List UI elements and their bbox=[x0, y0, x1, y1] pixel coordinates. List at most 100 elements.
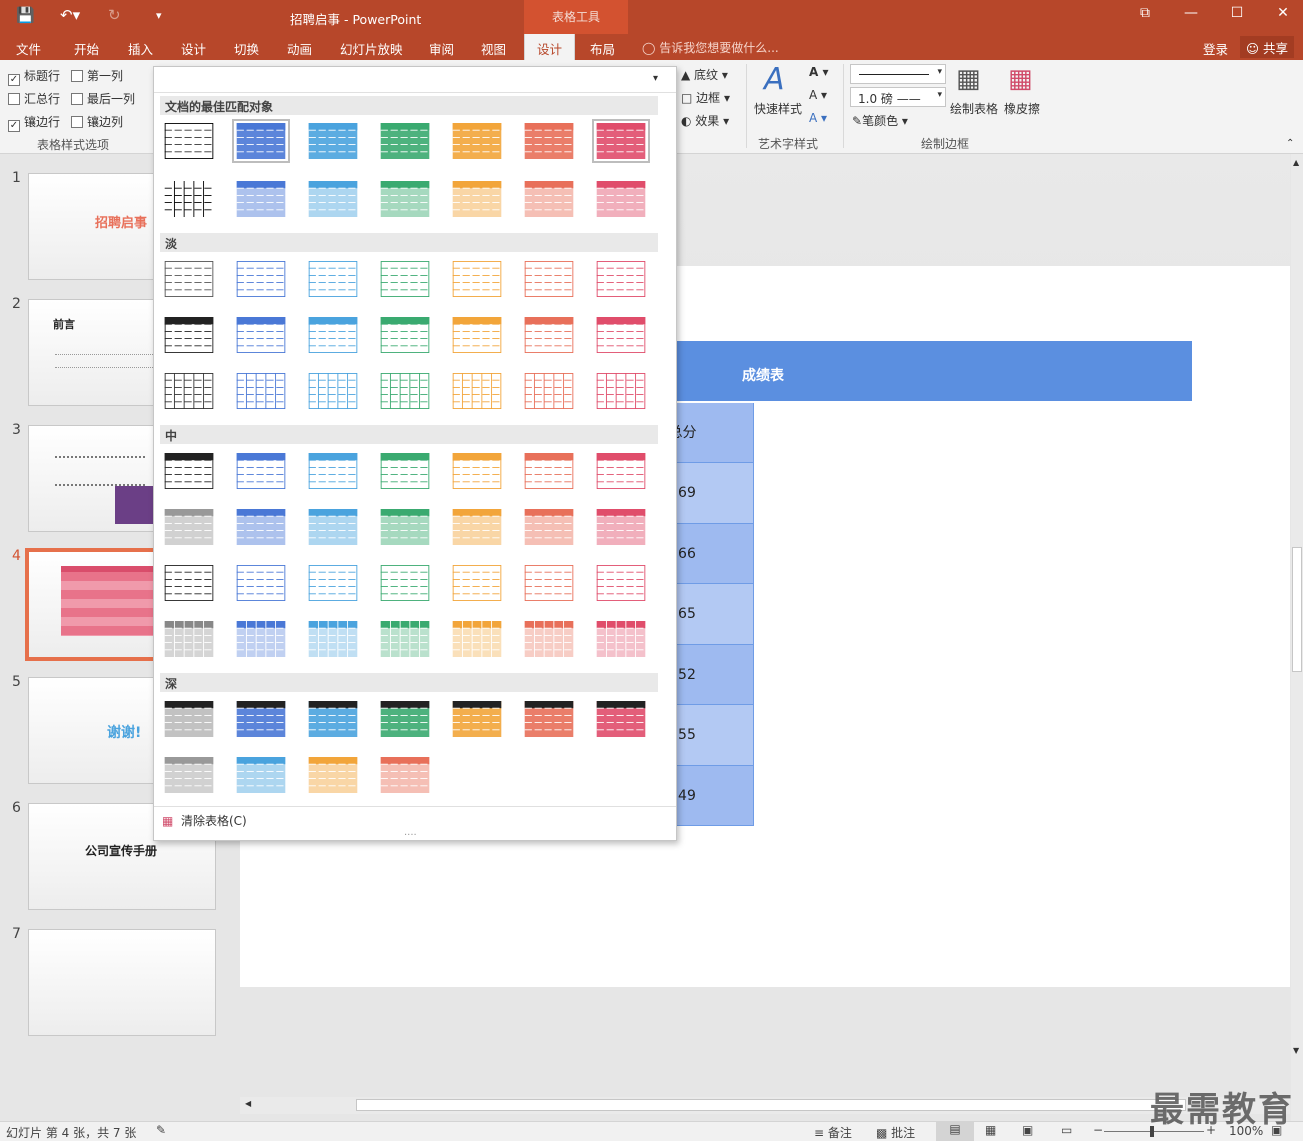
style-swatch-light1-lightblue[interactable] bbox=[304, 257, 362, 301]
style-swatch-medium1-blue[interactable] bbox=[232, 449, 290, 493]
option-banded-columns[interactable]: 镶边列 bbox=[71, 113, 123, 130]
style-swatch-medium4-orange[interactable] bbox=[448, 617, 506, 661]
save-icon[interactable]: 💾 bbox=[16, 6, 35, 24]
style-swatch-best-green[interactable] bbox=[376, 119, 434, 163]
style-swatch-medium4-blue[interactable] bbox=[232, 617, 290, 661]
text-effects-icon[interactable]: A ▾ bbox=[809, 111, 827, 125]
style-swatch-best-pink[interactable] bbox=[592, 119, 650, 163]
option-banded-rows[interactable]: ✓ 镶边行 bbox=[8, 113, 60, 132]
style-swatch-light2-pink[interactable] bbox=[592, 313, 650, 357]
scroll-down-icon[interactable]: ▼ bbox=[1293, 1046, 1299, 1055]
text-outline-icon[interactable]: A ▾ bbox=[809, 88, 827, 102]
style-swatch-medium3-green[interactable] bbox=[376, 561, 434, 605]
style-swatch-medium3-none[interactable] bbox=[160, 561, 218, 605]
borders-button[interactable]: □ 边框 ▾ bbox=[681, 89, 730, 106]
text-fill-icon[interactable]: A ▾ bbox=[809, 65, 829, 79]
style-swatch-light3-none[interactable] bbox=[160, 369, 218, 413]
style-swatch-dark1-orange[interactable] bbox=[448, 697, 506, 741]
collapse-ribbon-icon[interactable]: ⌃ bbox=[1286, 138, 1294, 149]
tab-home[interactable]: 开始 bbox=[74, 39, 99, 58]
style-swatch-medium2-none[interactable] bbox=[160, 505, 218, 549]
shading-button[interactable]: ▲ 底纹 ▾ bbox=[681, 66, 728, 83]
ribbon-display-icon[interactable]: ⧉ bbox=[1122, 5, 1168, 21]
style-swatch-medium3-blue[interactable] bbox=[232, 561, 290, 605]
tab-design[interactable]: 设计 bbox=[181, 39, 206, 58]
spellcheck-icon[interactable]: ✎ bbox=[156, 1123, 166, 1137]
redo-icon[interactable]: ↻ bbox=[108, 6, 121, 24]
effects-button[interactable]: ◐ 效果 ▾ bbox=[681, 112, 729, 129]
style-swatch-medium1-pink[interactable] bbox=[592, 449, 650, 493]
style-swatch-dark1-salmon[interactable] bbox=[520, 697, 578, 741]
scroll-thumb[interactable] bbox=[1292, 547, 1302, 672]
normal-view-icon[interactable]: ▤ bbox=[936, 1122, 974, 1141]
style-swatch-best-salmon[interactable] bbox=[520, 119, 578, 163]
tab-insert[interactable]: 插入 bbox=[128, 39, 153, 58]
style-swatch-best-orange[interactable] bbox=[448, 119, 506, 163]
style-swatch-medium1-lightblue[interactable] bbox=[304, 449, 362, 493]
style-swatch-light3-lightblue[interactable] bbox=[304, 369, 362, 413]
style-swatch-light3-orange[interactable] bbox=[448, 369, 506, 413]
style-swatch-medium1-salmon[interactable] bbox=[520, 449, 578, 493]
style-swatch-medium2-green[interactable] bbox=[376, 505, 434, 549]
style-swatch-light2-orange[interactable] bbox=[448, 313, 506, 357]
zoom-slider[interactable] bbox=[1104, 1126, 1204, 1137]
style-swatch-light2-blue[interactable] bbox=[232, 313, 290, 357]
notes-button[interactable]: ≡ 备注 bbox=[814, 1124, 852, 1141]
style-swatch-dark2-salmon[interactable] bbox=[376, 753, 434, 797]
style-swatch-best2-salmon[interactable] bbox=[520, 177, 578, 221]
style-swatch-light3-salmon[interactable] bbox=[520, 369, 578, 413]
style-swatch-medium2-blue[interactable] bbox=[232, 505, 290, 549]
style-swatch-light3-green[interactable] bbox=[376, 369, 434, 413]
style-swatch-medium2-orange[interactable] bbox=[448, 505, 506, 549]
style-swatch-best2-none[interactable] bbox=[160, 177, 218, 221]
share-button[interactable]: ☺ 共享 bbox=[1240, 36, 1295, 58]
style-swatch-medium4-pink[interactable] bbox=[592, 617, 650, 661]
style-swatch-dark2-lightblue[interactable] bbox=[232, 753, 290, 797]
pen-weight-select[interactable]: 1.0 磅 —— ▾ bbox=[850, 87, 946, 107]
style-swatch-best-lightblue[interactable] bbox=[304, 119, 362, 163]
tab-table-design[interactable]: 设计 bbox=[524, 34, 576, 60]
draw-table-button[interactable]: 绘制表格 bbox=[950, 100, 998, 117]
style-swatch-light2-green[interactable] bbox=[376, 313, 434, 357]
pen-color-button[interactable]: ✎笔颜色 ▾ bbox=[852, 112, 908, 129]
style-swatch-best2-pink[interactable] bbox=[592, 177, 650, 221]
style-swatch-light3-pink[interactable] bbox=[592, 369, 650, 413]
style-swatch-light2-lightblue[interactable] bbox=[304, 313, 362, 357]
quick-styles-button[interactable]: 快速样式 bbox=[754, 100, 802, 117]
style-swatch-dark1-lightblue[interactable] bbox=[304, 697, 362, 741]
maximize-button[interactable]: ☐ bbox=[1214, 5, 1260, 21]
style-swatch-light3-blue[interactable] bbox=[232, 369, 290, 413]
style-swatch-medium1-orange[interactable] bbox=[448, 449, 506, 493]
style-swatch-medium4-green[interactable] bbox=[376, 617, 434, 661]
vertical-scrollbar[interactable]: ▲ ▼ bbox=[1291, 154, 1303, 1121]
eraser-button[interactable]: 橡皮擦 bbox=[1004, 100, 1040, 117]
horizontal-scrollbar[interactable]: ◀ bbox=[240, 1097, 1290, 1114]
style-swatch-light2-none[interactable] bbox=[160, 313, 218, 357]
style-swatch-medium4-salmon[interactable] bbox=[520, 617, 578, 661]
style-swatch-medium2-lightblue[interactable] bbox=[304, 505, 362, 549]
style-swatch-light1-none[interactable] bbox=[160, 257, 218, 301]
clear-table-button[interactable]: ▦ 清除表格(C) bbox=[162, 812, 247, 829]
tab-table-layout[interactable]: 布局 bbox=[590, 39, 615, 58]
style-swatch-best2-green[interactable] bbox=[376, 177, 434, 221]
style-swatch-light2-salmon[interactable] bbox=[520, 313, 578, 357]
style-swatch-medium2-pink[interactable] bbox=[592, 505, 650, 549]
tab-view[interactable]: 视图 bbox=[481, 39, 506, 58]
style-swatch-medium3-pink[interactable] bbox=[592, 561, 650, 605]
style-swatch-best2-orange[interactable] bbox=[448, 177, 506, 221]
style-swatch-light1-salmon[interactable] bbox=[520, 257, 578, 301]
reading-view-icon[interactable]: ▣ bbox=[1022, 1123, 1033, 1137]
style-swatch-best2-blue[interactable] bbox=[232, 177, 290, 221]
tab-file[interactable]: 文件 bbox=[16, 39, 41, 58]
style-swatch-dark2-orange[interactable] bbox=[304, 753, 362, 797]
style-swatch-medium3-orange[interactable] bbox=[448, 561, 506, 605]
comments-button[interactable]: ▩ 批注 bbox=[876, 1124, 915, 1141]
hscroll-thumb[interactable] bbox=[356, 1099, 1186, 1111]
style-swatch-medium1-none[interactable] bbox=[160, 449, 218, 493]
scroll-left-icon[interactable]: ◀ bbox=[245, 1099, 251, 1108]
style-swatch-best2-lightblue[interactable] bbox=[304, 177, 362, 221]
style-swatch-medium4-none[interactable] bbox=[160, 617, 218, 661]
style-swatch-medium3-lightblue[interactable] bbox=[304, 561, 362, 605]
zoom-out-button[interactable]: − bbox=[1093, 1123, 1103, 1137]
tab-transitions[interactable]: 切换 bbox=[234, 39, 259, 58]
